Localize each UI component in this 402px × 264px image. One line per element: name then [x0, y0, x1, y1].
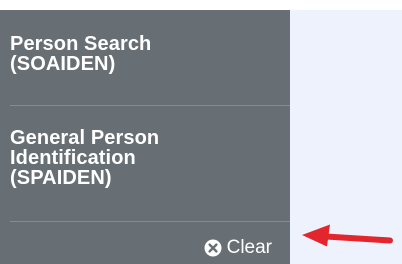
menu-item-title: Person Search — [10, 33, 152, 55]
clear-label: Clear — [226, 237, 272, 258]
menu-item-title: General Person — [10, 127, 160, 149]
red-arrow-left-icon — [302, 224, 393, 247]
menu-item-general-person-identification[interactable]: General Person Identification (SPAIDEN) — [0, 128, 290, 220]
menu-item-person-search[interactable]: Person Search (SOAIDEN) — [0, 34, 290, 104]
divider — [10, 221, 290, 222]
menu-item-title-cont: Identification — [10, 147, 136, 169]
menu-item-code: (SOAIDEN) — [10, 53, 116, 75]
divider — [10, 105, 290, 106]
times-circle-icon — [204, 239, 222, 257]
clear-button[interactable]: Clear — [204, 236, 272, 260]
sidebar-panel: Person Search (SOAIDEN) General Person I… — [0, 10, 290, 264]
menu-item-code: (SPAIDEN) — [10, 167, 112, 189]
